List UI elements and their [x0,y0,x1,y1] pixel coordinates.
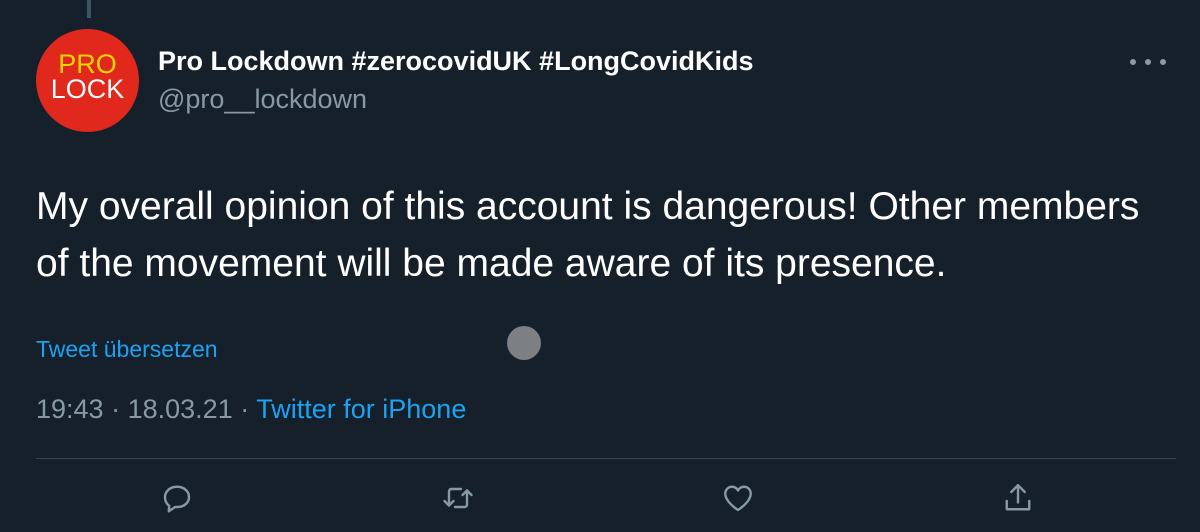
touch-indicator [507,326,541,360]
share-button[interactable] [1000,480,1036,516]
reply-button[interactable] [159,480,195,516]
author-display-name[interactable]: Pro Lockdown #zerocovidUK #LongCovidKids [158,46,754,77]
like-button[interactable] [720,480,756,516]
share-icon [1005,484,1031,511]
retweet-icon [443,487,473,509]
tweet-date: 18.03.21 [127,394,233,424]
thread-connector-line [87,0,91,18]
avatar[interactable]: PRO LOCK [36,29,139,132]
retweet-button[interactable] [440,480,476,516]
action-bar-divider [36,458,1176,459]
translate-tweet-link[interactable]: Tweet übersetzen [36,336,218,363]
meta-separator: · [240,394,250,424]
more-dot [1130,59,1136,65]
tweet-time: 19:43 [36,394,104,424]
more-options-icon[interactable] [1130,52,1166,72]
tweet-metadata: 19:43 · 18.03.21 · Twitter for iPhone [36,394,466,425]
tweet-text: My overall opinion of this account is da… [36,185,1140,285]
heart-icon [724,485,752,512]
more-dot [1145,59,1151,65]
meta-separator: · [111,394,121,424]
author-handle[interactable]: @pro__lockdown [158,84,367,115]
avatar-logo-text-bottom: LOCK [50,74,125,104]
more-dot [1160,59,1166,65]
tweet-source-link[interactable]: Twitter for iPhone [256,394,466,424]
reply-icon [163,485,191,513]
